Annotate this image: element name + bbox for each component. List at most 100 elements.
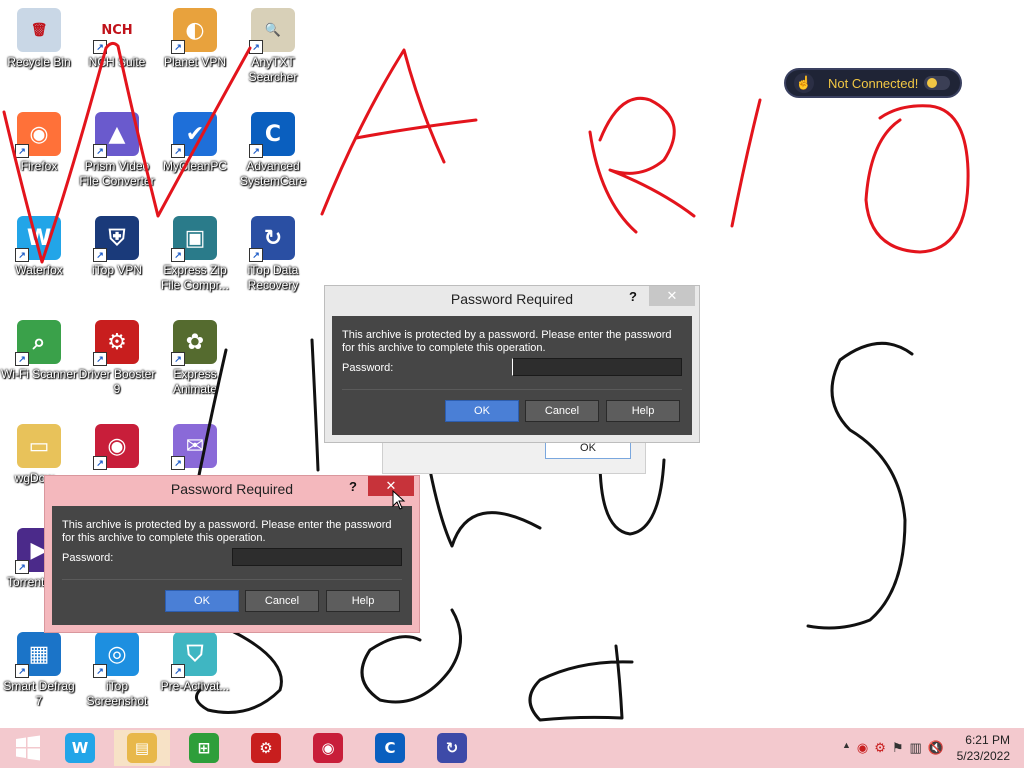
desktop-icon[interactable]: W ↗ Waterfox bbox=[0, 216, 78, 278]
dialog-message: This archive is protected by a password.… bbox=[342, 329, 672, 354]
nch-suite-icon: NCH ↗ bbox=[93, 8, 139, 54]
shortcut-arrow-icon: ↗ bbox=[249, 248, 263, 262]
desktop-icon-label: Express Zip File Compr... bbox=[160, 263, 229, 292]
separator bbox=[62, 579, 402, 580]
desktop-icon[interactable]: ✉ ↗ bbox=[156, 424, 234, 471]
desktop-icon[interactable]: ◉ ↗ bbox=[78, 424, 156, 471]
vpn-status-text: Not Connected! bbox=[828, 75, 919, 91]
desktop-icon-label: Pre-Activat... bbox=[160, 679, 230, 693]
cancel-button[interactable]: Cancel bbox=[245, 590, 319, 612]
desktop-icon-label: Recycle Bin bbox=[7, 55, 71, 69]
taskbar-item[interactable]: ⊞ bbox=[176, 730, 232, 766]
desktop-icon[interactable]: 🔍 ↗ AnyTXT Searcher bbox=[234, 8, 312, 85]
taskbar-item[interactable]: ▤ bbox=[114, 730, 170, 766]
system-tray: ▲ ◉ ⚙ ⚑ ▥ 🔇 bbox=[842, 740, 944, 756]
file-explorer-icon: ▤ bbox=[127, 733, 157, 763]
desktop-icon-label: MyCleanPC bbox=[162, 159, 228, 173]
vpn-status-widget[interactable]: ☝ Not Connected! bbox=[784, 68, 962, 98]
password-label: Password: bbox=[62, 552, 114, 564]
password-input[interactable] bbox=[232, 548, 402, 566]
password-dialog-front: Password Required ? ✕ This archive is pr… bbox=[44, 475, 420, 633]
express-zip-icon: ▣ ↗ bbox=[171, 216, 217, 262]
taskbar-item[interactable]: ⚙ bbox=[238, 730, 294, 766]
desktop-icon[interactable]: ⌕ ↗ Wi-Fi Scanner bbox=[0, 320, 78, 382]
desktop-icon-label: NCH Suite bbox=[88, 55, 146, 69]
folder-icon: ▭ bbox=[17, 424, 61, 468]
vpn-toggle[interactable] bbox=[924, 76, 950, 90]
desktop-icon-label: Advanced SystemCare bbox=[239, 159, 307, 188]
desktop-icon-label: iTop VPN bbox=[91, 263, 143, 277]
desktop-icon[interactable]: C ↗ Advanced SystemCare bbox=[234, 112, 312, 189]
help-button[interactable]: Help bbox=[326, 590, 400, 612]
taskbar-item[interactable]: W bbox=[52, 730, 108, 766]
shortcut-arrow-icon: ↗ bbox=[171, 248, 185, 262]
password-input[interactable] bbox=[512, 358, 682, 376]
desktop-icon[interactable]: ⛉ ↗ Pre-Activat... bbox=[156, 632, 234, 694]
taskbar-item[interactable]: ↻ bbox=[424, 730, 480, 766]
advanced-systemcare-taskbar-icon: C bbox=[375, 733, 405, 763]
desktop-icon-label: AnyTXT Searcher bbox=[248, 55, 298, 84]
shortcut-arrow-icon: ↗ bbox=[171, 144, 185, 158]
desktop-icon[interactable]: ◉ ↗ Firefox bbox=[0, 112, 78, 174]
itop-vpn-icon: ⛨ ↗ bbox=[93, 216, 139, 262]
password-label: Password: bbox=[342, 362, 394, 374]
desktop-icon-label: Planet VPN bbox=[163, 55, 227, 69]
network-icon[interactable]: ▥ bbox=[910, 740, 922, 756]
separator bbox=[342, 389, 682, 390]
taskbar-item[interactable]: C bbox=[362, 730, 418, 766]
shortcut-arrow-icon: ↗ bbox=[93, 40, 107, 54]
advanced-systemcare-icon: C ↗ bbox=[249, 112, 295, 158]
wifi-scanner-icon: ⌕ ↗ bbox=[15, 320, 61, 366]
shortcut-arrow-icon: ↗ bbox=[171, 40, 185, 54]
desktop-icon-label: Prism Video File Converter bbox=[79, 159, 155, 188]
desktop-icon[interactable]: NCH ↗ NCH Suite bbox=[78, 8, 156, 70]
dialog-title: Password Required bbox=[450, 291, 574, 307]
driver-booster-tray-icon[interactable]: ⚙ bbox=[874, 740, 886, 756]
desktop-icon[interactable]: ▲ ↗ Prism Video File Converter bbox=[78, 112, 156, 189]
shortcut-arrow-icon: ↗ bbox=[93, 664, 107, 678]
desktop-icon[interactable]: ◎ ↗ iTop Screenshot bbox=[78, 632, 156, 709]
help-icon[interactable]: ? bbox=[629, 289, 637, 304]
taskbar: W ▤ ⊞ ⚙ ◉ C ↻ ▲ ◉ ⚙ ⚑ ▥ 🔇 6:21 PM 5/23/2022 bbox=[0, 728, 1024, 768]
close-button[interactable]: ✕ bbox=[649, 286, 695, 306]
taskbar-item[interactable]: ◉ bbox=[300, 730, 356, 766]
desktop-icon[interactable]: ✿ ↗ Express Animate bbox=[156, 320, 234, 397]
shortcut-arrow-icon: ↗ bbox=[171, 456, 185, 470]
icon-glyph: 🗑 bbox=[30, 22, 48, 38]
clock-time: 6:21 PM bbox=[965, 733, 1010, 747]
clock[interactable]: 6:21 PM 5/23/2022 bbox=[957, 732, 1010, 764]
screen-recorder-tray-icon[interactable]: ◉ bbox=[857, 740, 868, 756]
desktop-icon[interactable]: ↻ ↗ iTop Data Recovery bbox=[234, 216, 312, 293]
cancel-button[interactable]: Cancel bbox=[525, 400, 599, 422]
shortcut-arrow-icon: ↗ bbox=[15, 144, 29, 158]
ok-button[interactable]: OK bbox=[445, 400, 519, 422]
itop-screenshot-icon: ◎ ↗ bbox=[93, 632, 139, 678]
chevron-up-icon[interactable]: ▲ bbox=[842, 740, 851, 756]
mycleanpc-icon: ✔ ↗ bbox=[171, 112, 217, 158]
desktop-icon[interactable]: ✔ ↗ MyCleanPC bbox=[156, 112, 234, 174]
shortcut-arrow-icon: ↗ bbox=[15, 664, 29, 678]
anytxt-searcher-icon: 🔍 ↗ bbox=[249, 8, 295, 54]
desktop-icon-label: Wi-Fi Scanner bbox=[0, 367, 77, 381]
clock-date: 5/23/2022 bbox=[956, 749, 1010, 763]
vpn-shield-icon: ☝ bbox=[794, 73, 814, 93]
shortcut-arrow-icon: ↗ bbox=[93, 248, 107, 262]
help-icon[interactable]: ? bbox=[349, 479, 357, 494]
shortcut-arrow-icon: ↗ bbox=[15, 248, 29, 262]
close-button[interactable]: ✕ bbox=[368, 476, 414, 496]
shortcut-arrow-icon: ↗ bbox=[171, 664, 185, 678]
desktop-icon[interactable]: ▦ ↗ Smart Defrag 7 bbox=[0, 632, 78, 709]
shortcut-arrow-icon: ↗ bbox=[249, 40, 263, 54]
desktop-icon[interactable]: ⛨ ↗ iTop VPN bbox=[78, 216, 156, 278]
flag-icon[interactable]: ⚑ bbox=[892, 740, 904, 756]
desktop-icon-label: Express Animate bbox=[172, 367, 218, 396]
desktop-icon[interactable]: ▣ ↗ Express Zip File Compr... bbox=[156, 216, 234, 293]
help-button[interactable]: Help bbox=[606, 400, 680, 422]
desktop-icon[interactable]: ⚙ ↗ Driver Booster 9 bbox=[78, 320, 156, 397]
desktop-icon[interactable]: 🗑 Recycle Bin bbox=[0, 8, 78, 70]
ok-button[interactable]: OK bbox=[165, 590, 239, 612]
volume-muted-icon[interactable]: 🔇 bbox=[928, 740, 944, 756]
pre-activation-icon: ⛉ ↗ bbox=[171, 632, 217, 678]
start-button[interactable] bbox=[0, 730, 56, 766]
desktop-icon[interactable]: ◐ ↗ Planet VPN bbox=[156, 8, 234, 70]
